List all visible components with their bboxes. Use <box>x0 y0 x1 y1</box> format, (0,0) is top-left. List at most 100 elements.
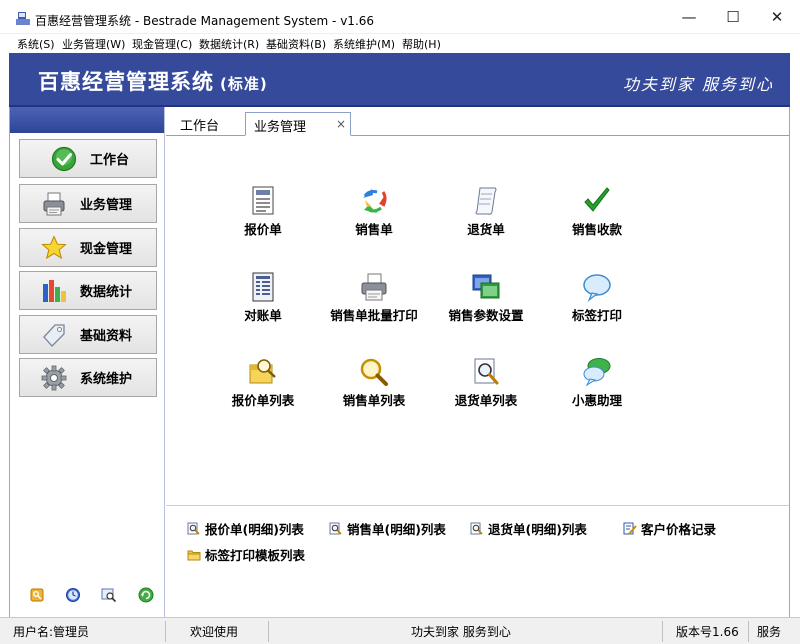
sidebar-item-label: 工作台 <box>90 153 130 168</box>
func-batch-print[interactable]: 销售单批量打印 <box>314 272 434 324</box>
sidebar-item-cash[interactable]: 现金管理 <box>19 228 157 267</box>
tab-business-label: 业务管理 <box>254 120 307 135</box>
check-circle-icon <box>50 145 78 173</box>
sidebar-item-label: 现金管理 <box>80 242 133 257</box>
quick-link-label: 标签打印模板列表 <box>205 548 306 563</box>
func-label: 标签打印 <box>571 308 622 323</box>
quick-link-label: 退货单(明细)列表 <box>488 522 587 537</box>
func-label: 退货单 <box>467 222 505 237</box>
document-search-icon <box>249 359 276 384</box>
func-quote[interactable]: 报价单 <box>203 186 323 238</box>
refresh-icon[interactable] <box>138 587 154 603</box>
search-doc-icon <box>187 522 200 535</box>
maximize-button[interactable]: ☐ <box>711 0 755 34</box>
status-version: 版本号1.66 <box>676 625 739 639</box>
func-sales[interactable]: 销售单 <box>314 186 434 238</box>
menu-help[interactable]: 帮助(H) <box>402 36 441 52</box>
page-search-icon <box>474 358 499 385</box>
status-user: 用户名:管理员 <box>13 625 90 639</box>
banner-edition: (标准) <box>220 75 268 93</box>
func-label: 对账单 <box>244 308 282 323</box>
func-label: 销售单 <box>355 222 393 237</box>
func-receipt[interactable]: 销售收款 <box>537 186 657 238</box>
sidebar-item-label: 业务管理 <box>80 198 133 213</box>
func-assistant[interactable]: 小惠助理 <box>537 357 657 409</box>
func-label: 销售单列表 <box>342 393 406 408</box>
chat-bubbles-icon <box>583 358 611 387</box>
menu-bar: 系统(S) 业务管理(W) 现金管理(C) 数据统计(R) 基础资料(B) 系统… <box>0 34 800 52</box>
clock-icon[interactable] <box>65 587 81 603</box>
func-quote-list[interactable]: 报价单列表 <box>203 357 323 409</box>
sidebar: 工作台 业务管理 现金管理 数据统计 基础资料 系统维护 <box>10 107 165 617</box>
tab-workbench[interactable]: 工作台 <box>172 112 227 136</box>
gear-icon <box>40 364 68 392</box>
func-label-print[interactable]: 标签打印 <box>537 272 657 324</box>
menu-business[interactable]: 业务管理(W) <box>62 36 125 52</box>
func-return-list[interactable]: 退货单列表 <box>426 357 546 409</box>
recycle-arrows-icon <box>363 189 387 213</box>
menu-statistics[interactable]: 数据统计(R) <box>199 36 259 52</box>
tab-business[interactable]: 业务管理 × <box>245 112 351 136</box>
banner-slogan: 功夫到家 服务到心 <box>622 75 774 94</box>
speech-bubble-icon <box>583 274 611 302</box>
status-extra: 服务 <box>757 625 782 639</box>
sidebar-item-basic-data[interactable]: 基础资料 <box>19 315 157 354</box>
menu-system[interactable]: 系统(S) <box>17 36 55 52</box>
quick-link-label-templates[interactable]: 标签打印模板列表 <box>187 545 305 564</box>
func-label: 报价单列表 <box>231 393 295 408</box>
sidebar-item-statistics[interactable]: 数据统计 <box>19 271 157 310</box>
func-label: 销售单批量打印 <box>330 308 418 323</box>
func-sales-list[interactable]: 销售单列表 <box>314 357 434 409</box>
window-title: 百惠经营管理系统 - Bestrade Management System - … <box>35 14 375 28</box>
search-window-icon[interactable] <box>101 587 117 603</box>
tab-close-icon[interactable]: × <box>336 117 346 131</box>
star-icon <box>40 234 68 262</box>
scroll-icon <box>475 187 497 215</box>
checkmark-icon <box>584 187 610 212</box>
tab-bar: 工作台 业务管理 × <box>166 112 789 136</box>
search-doc-icon <box>329 522 342 535</box>
sidebar-item-label: 基础资料 <box>80 329 133 344</box>
bar-chart-icon <box>40 277 68 305</box>
document-icon <box>252 186 274 215</box>
quick-link-quote-detail[interactable]: 报价单(明细)列表 <box>187 519 304 538</box>
ledger-icon <box>252 272 274 302</box>
title-bar: 百惠经营管理系统 - Bestrade Management System - … <box>0 0 800 34</box>
sidebar-item-business[interactable]: 业务管理 <box>19 184 157 223</box>
key-icon[interactable] <box>30 587 46 603</box>
func-return[interactable]: 退货单 <box>426 186 546 238</box>
quick-link-customer-price[interactable]: 客户价格记录 <box>623 519 716 538</box>
func-label: 退货单列表 <box>454 393 518 408</box>
func-label: 销售参数设置 <box>448 308 524 323</box>
close-button[interactable]: ✕ <box>755 0 799 34</box>
search-doc-icon <box>470 522 483 535</box>
menu-basic-data[interactable]: 基础资料(B) <box>266 36 326 52</box>
tag-icon <box>40 321 68 349</box>
function-grid: 报价单 销售单 退货单 销售收款 对账单 销售单批量打印 销售参数设置 标签打印… <box>166 138 789 498</box>
menu-cash[interactable]: 现金管理(C) <box>132 36 192 52</box>
quick-link-sales-detail[interactable]: 销售单(明细)列表 <box>329 519 446 538</box>
quick-link-label: 报价单(明细)列表 <box>205 522 304 537</box>
sidebar-item-label: 系统维护 <box>80 372 133 387</box>
banner-title: 百惠经营管理系统 (标准) <box>38 66 268 96</box>
folder-icon <box>187 550 201 560</box>
quick-link-label: 客户价格记录 <box>641 522 717 537</box>
minimize-button[interactable]: — <box>667 0 711 34</box>
status-welcome: 欢迎使用 <box>190 625 239 639</box>
magnifier-icon <box>360 358 388 386</box>
header-banner: 百惠经营管理系统 (标准) 功夫到家 服务到心 <box>9 53 790 107</box>
printer-icon <box>40 190 68 218</box>
sidebar-item-maintenance[interactable]: 系统维护 <box>19 358 157 397</box>
func-statement[interactable]: 对账单 <box>203 272 323 324</box>
status-slogan: 功夫到家 服务到心 <box>411 625 511 639</box>
quick-links-panel: 报价单(明细)列表 销售单(明细)列表 退货单(明细)列表 客户价格记录 标签打… <box>166 505 789 617</box>
quick-link-label: 销售单(明细)列表 <box>347 522 446 537</box>
status-bar: 用户名:管理员 欢迎使用 功夫到家 服务到心 版本号1.66 服务 <box>0 617 800 644</box>
quick-link-return-detail[interactable]: 退货单(明细)列表 <box>470 519 587 538</box>
func-label: 销售收款 <box>571 222 622 237</box>
sidebar-item-workbench[interactable]: 工作台 <box>19 139 157 178</box>
func-sales-settings[interactable]: 销售参数设置 <box>426 272 546 324</box>
sidebar-item-label: 数据统计 <box>80 285 133 300</box>
banner-title-text: 百惠经营管理系统 <box>38 70 214 94</box>
menu-maintenance[interactable]: 系统维护(M) <box>333 36 395 52</box>
